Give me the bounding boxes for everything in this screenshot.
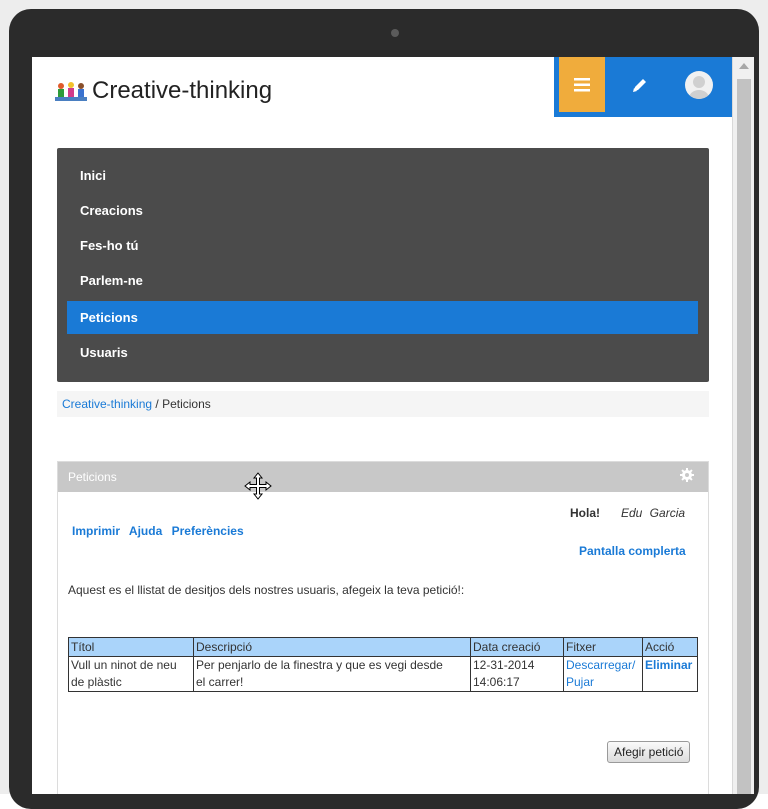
gear-icon[interactable]	[680, 468, 694, 482]
greeting-label: Hola!	[570, 506, 600, 520]
cell-description-line1: Per penjarlo de la finestra y que es veg…	[196, 658, 443, 672]
site-title[interactable]: Creative-thinking	[92, 77, 272, 105]
cell-description: Per penjarlo de la finestra y que es veg…	[193, 656, 471, 692]
nav-item-usuaris[interactable]: Usuaris	[67, 336, 698, 369]
cell-title-line1: Vull un ninot de neu	[71, 658, 177, 672]
intro-text: Aquest es el llistat de desitjos dels no…	[68, 583, 465, 597]
move-cursor-icon	[244, 472, 272, 500]
top-toolbar	[554, 57, 732, 117]
vertical-scrollbar[interactable]	[732, 57, 754, 794]
print-link[interactable]: Imprimir	[72, 524, 120, 538]
preferences-link[interactable]: Preferències	[172, 524, 244, 538]
col-header-title: Títol	[68, 637, 194, 657]
fullscreen-link[interactable]: Pantalla complerta	[579, 544, 686, 558]
logo-icon	[55, 82, 87, 101]
upload-link[interactable]: Pujar	[566, 675, 594, 689]
nav-item-parlem-ne[interactable]: Parlem-ne	[67, 264, 698, 297]
nav-item-creacions[interactable]: Creacions	[67, 194, 698, 227]
requests-table: Títol Descripció Data creació Fitxer Acc…	[68, 637, 698, 692]
col-header-description: Descripció	[193, 637, 471, 657]
nav-item-fes-ho-tu[interactable]: Fes-ho tú	[67, 229, 698, 262]
cell-date-line1: 12-31-2014	[473, 658, 535, 672]
user-name: Edu Garcia	[621, 506, 686, 520]
nav-item-peticions[interactable]: Peticions	[67, 301, 698, 334]
cell-file: Descarregar/ Pujar	[563, 656, 643, 692]
table-row: Vull un ninot de neu de plàstic Per penj…	[68, 656, 698, 692]
user-avatar-icon[interactable]	[685, 71, 713, 99]
menu-button[interactable]	[559, 57, 605, 112]
cell-action: Eliminar	[642, 656, 698, 692]
camera-dot	[391, 29, 399, 37]
scrollbar-thumb[interactable]	[737, 79, 751, 794]
breadcrumb-home-link[interactable]: Creative-thinking	[62, 397, 152, 411]
main-navigation: Inici Creacions Fes-ho tú Parlem-ne Peti…	[57, 148, 709, 382]
breadcrumb: Creative-thinking / Peticions	[57, 391, 709, 417]
breadcrumb-separator: /	[155, 397, 159, 411]
col-header-action: Acció	[642, 637, 698, 657]
scroll-up-arrow-icon[interactable]	[739, 63, 749, 69]
cell-title: Vull un ninot de neu de plàstic	[68, 656, 194, 692]
panel-title: Peticions	[68, 470, 117, 484]
add-request-button[interactable]: Afegir petició	[607, 741, 691, 763]
delete-link[interactable]: Eliminar	[645, 658, 692, 672]
cell-description-line2: el carrer!	[196, 675, 244, 689]
nav-item-inici[interactable]: Inici	[67, 159, 698, 192]
browser-viewport: Creative-thinking Inici Creacions Fes-ho…	[32, 57, 754, 794]
cell-date: 12-31-2014 14:06:17	[470, 656, 564, 692]
help-link[interactable]: Ajuda	[129, 524, 162, 538]
requests-panel: Peticions Hola! Edu Garcia Imprimir Ajud…	[57, 461, 709, 794]
col-header-file: Fitxer	[563, 637, 643, 657]
cell-title-line2: de plàstic	[71, 675, 122, 689]
breadcrumb-current: Peticions	[162, 397, 211, 411]
download-link[interactable]: Descarregar/	[566, 658, 635, 672]
hamburger-icon	[574, 77, 590, 91]
col-header-date: Data creació	[470, 637, 564, 657]
pencil-icon	[633, 78, 646, 92]
panel-header[interactable]: Peticions	[58, 462, 708, 492]
cell-date-line2: 14:06:17	[473, 675, 520, 689]
table-header-row: Títol Descripció Data creació Fitxer Acc…	[68, 637, 698, 657]
edit-button[interactable]	[617, 57, 663, 112]
panel-toolbar: Imprimir Ajuda Preferències	[72, 524, 250, 538]
